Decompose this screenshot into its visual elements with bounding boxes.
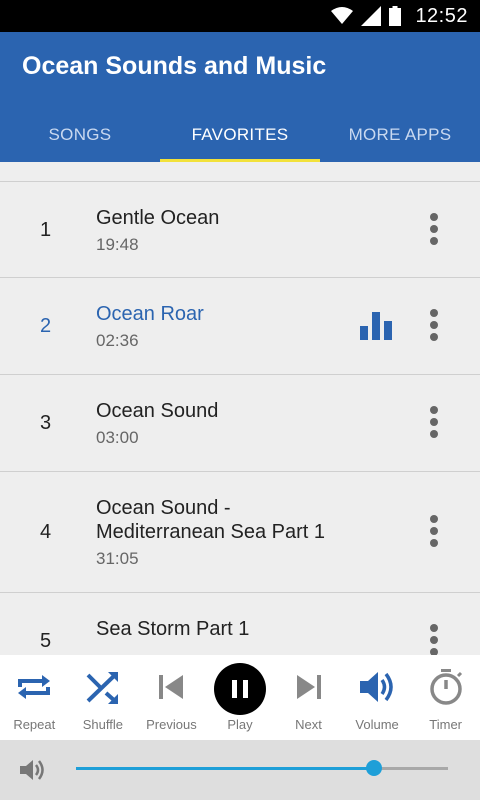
track-row[interactable]: 3 Ocean Sound 03:00	[0, 375, 480, 472]
shuffle-button[interactable]: Shuffle	[69, 655, 138, 740]
shuffle-label: Shuffle	[82, 717, 123, 732]
track-number: 4	[40, 521, 52, 543]
next-button[interactable]: Next	[274, 655, 343, 740]
track-row[interactable]: 5 Sea Storm Part 1	[0, 593, 480, 655]
battery-icon	[389, 6, 402, 26]
equalizer-icon	[360, 312, 392, 340]
timer-button[interactable]: Timer	[411, 655, 480, 740]
previous-label: Previous	[146, 717, 197, 732]
timer-label: Timer	[429, 717, 463, 732]
repeat-label: Repeat	[13, 717, 56, 732]
more-options-icon[interactable]	[428, 624, 440, 655]
volume-button[interactable]: Volume	[343, 655, 412, 740]
next-label: Next	[295, 717, 322, 732]
track-number: 1	[40, 219, 52, 241]
track-title: Sea Storm Part 1	[96, 618, 250, 640]
next-icon	[296, 675, 321, 699]
track-list: 1 Gentle Ocean 19:48 2 Ocean Roar 02:36 …	[0, 181, 480, 655]
status-time: 12:52	[415, 4, 468, 27]
previous-icon	[159, 675, 184, 699]
more-options-icon[interactable]	[428, 406, 440, 438]
more-options-icon[interactable]	[428, 309, 440, 341]
signal-icon	[361, 6, 382, 26]
volume-slider-thumb[interactable]	[365, 760, 382, 776]
app-bar: Ocean Sounds and Music SONGS FAVORITES M…	[0, 32, 480, 162]
track-title: Ocean Sound	[96, 400, 219, 422]
repeat-button[interactable]: Repeat	[0, 655, 69, 740]
tab-bar: SONGS FAVORITES MORE APPS	[0, 108, 480, 162]
shuffle-icon	[86, 672, 118, 704]
volume-bar	[0, 740, 480, 800]
app-title: Ocean Sounds and Music	[22, 52, 327, 80]
track-duration: 02:36	[96, 331, 139, 350]
pause-icon	[231, 680, 248, 698]
track-duration: 31:05	[96, 549, 139, 568]
track-row[interactable]: 4 Ocean Sound - Mediterranean Sea Part 1…	[0, 472, 480, 593]
track-number: 3	[40, 412, 52, 434]
status-bar: 12:52	[0, 0, 480, 32]
timer-icon	[429, 669, 462, 705]
track-row[interactable]: 1 Gentle Ocean 19:48	[0, 181, 480, 278]
more-options-icon[interactable]	[428, 213, 440, 245]
tab-more-apps[interactable]: MORE APPS	[320, 108, 480, 162]
track-title: Ocean Sound - Mediterranean Sea Part 1	[96, 497, 326, 543]
more-options-icon[interactable]	[428, 515, 440, 547]
player-controls: Repeat Shuffle Previous Play Next Volume…	[0, 655, 480, 740]
volume-slider-fill	[76, 767, 374, 770]
track-number: 2	[40, 315, 52, 337]
tab-songs[interactable]: SONGS	[0, 108, 160, 162]
track-title: Gentle Ocean	[96, 207, 220, 229]
speaker-icon	[20, 760, 44, 780]
track-number: 5	[40, 630, 52, 652]
wifi-icon	[331, 7, 354, 24]
track-row[interactable]: 2 Ocean Roar 02:36	[0, 278, 480, 375]
play-pause-button[interactable]: Play	[206, 655, 275, 740]
track-duration: 19:48	[96, 235, 139, 254]
status-icons: 12:52	[331, 4, 468, 28]
play-label: Play	[227, 717, 253, 732]
track-title: Ocean Roar	[96, 303, 204, 325]
volume-label: Volume	[355, 717, 399, 732]
tab-favorites[interactable]: FAVORITES	[160, 108, 320, 162]
previous-button[interactable]: Previous	[137, 655, 206, 740]
volume-icon	[360, 672, 393, 702]
repeat-icon	[18, 675, 51, 699]
volume-slider[interactable]	[76, 760, 448, 776]
track-duration: 03:00	[96, 428, 139, 447]
